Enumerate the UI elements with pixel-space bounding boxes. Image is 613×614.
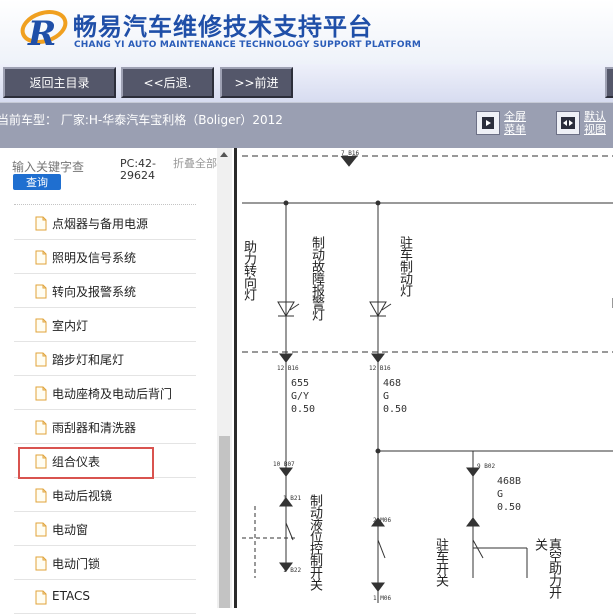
wire-spec: 468B G 0.50 [497, 476, 522, 513]
tree-item-label: 电动门锁 [52, 557, 101, 571]
fullscreen-menu-link[interactable]: 全屏菜单 [504, 110, 534, 136]
document-icon [35, 318, 47, 333]
sidebar-divider [14, 204, 196, 205]
tree-item-label: 室内灯 [52, 319, 89, 333]
tree-item-label: 点烟器与备用电源 [52, 217, 149, 231]
connector-label: 12 B16 [277, 365, 299, 372]
wiring-diagram: 7 B16 助力转向灯 制动故障报警灯 驻车制动灯 12 B16 12 B16 … [234, 148, 613, 608]
label-parking-switch: 驻车开关 [433, 538, 448, 586]
tree-item-label: 雨刮器和清洗器 [52, 421, 137, 435]
tree-item[interactable]: 电动门锁 [14, 546, 196, 580]
document-icon [35, 216, 47, 231]
tree-item-label: 电动窗 [52, 523, 89, 537]
scroll-thumb[interactable] [219, 436, 230, 608]
tree-item[interactable]: 踏步灯和尾灯 [14, 342, 196, 376]
tree-item-label: 照明及信号系统 [52, 251, 137, 265]
connector-label: 1 M06 [373, 595, 392, 602]
connector-label: 12 B16 [369, 365, 391, 372]
label-parking-lamp: 驻车制动灯 [397, 236, 412, 296]
tree-item[interactable]: ETACS [14, 580, 196, 614]
default-view-link[interactable]: 默认视图 [584, 110, 613, 136]
tree-item-label: 踏步灯和尾灯 [52, 353, 125, 367]
label-brake-fault: 制动故障报警灯 [309, 236, 324, 320]
pc-code: PC:42-29624 [120, 157, 156, 182]
tree-item[interactable]: 室内灯 [14, 308, 196, 342]
document-icon [35, 556, 47, 571]
tree-item-label: ETACS [52, 589, 90, 603]
brand-title: 畅易汽车维修技术支持平台 [73, 13, 373, 41]
wire-spec: 468 G 0.50 [383, 378, 408, 415]
connector-label: 1 B22 [283, 567, 302, 574]
menu-tree: 点烟器与备用电源 照明及信号系统 转向及报警系统 室内灯踏步灯和尾灯电动座椅及电动后背… [14, 206, 196, 614]
tree-item[interactable]: 电动后视镜 [14, 478, 196, 512]
tree-item-label: 电动后视镜 [52, 489, 113, 503]
forward-button[interactable]: >>前进 [220, 67, 293, 98]
label-vacuum-switch: 真空助力开关 [532, 538, 561, 598]
tree-item[interactable]: 转向及报警系统 [14, 274, 196, 308]
label-power-steering: 助力转向灯 [241, 240, 256, 300]
app-header: R 畅易汽车维修技术支持平台 CHANG YI AUTO MAINTENANCE… [0, 0, 613, 64]
selection-highlight [18, 447, 154, 479]
sidebar-scrollbar[interactable] [217, 148, 232, 608]
tree-item[interactable]: 雨刮器和清洗器 [14, 410, 196, 444]
nav-bar: 返回主目录 <<后退. >>前进 [0, 64, 613, 102]
tree-item[interactable]: 电动座椅及电动后背门 [14, 376, 196, 410]
tree-item[interactable]: 照明及信号系统 [14, 240, 196, 274]
current-vehicle: 当前车型： 厂家:H-华泰汽车宝利格（Boliger）2012 [0, 113, 283, 127]
search-button[interactable]: 查询 [13, 174, 61, 190]
logo-icon: R [20, 10, 68, 54]
back-button[interactable]: <<后退. [121, 67, 214, 98]
fullscreen-icon[interactable] [476, 111, 500, 135]
home-button[interactable]: 返回主目录 [3, 67, 116, 98]
document-icon [35, 590, 47, 605]
document-icon [35, 250, 47, 265]
document-icon [35, 522, 47, 537]
svg-text:R: R [27, 14, 56, 54]
connector-label: 9 B02 [477, 463, 496, 470]
connector-label: 7 B16 [341, 150, 360, 157]
brand-subtitle: CHANG YI AUTO MAINTENANCE TECHNOLOGY SUP… [74, 40, 422, 50]
connector-label: 1 B21 [283, 495, 302, 502]
tree-item-label: 电动座椅及电动后背门 [52, 387, 173, 401]
document-icon [35, 420, 47, 435]
scroll-up-icon[interactable] [220, 152, 228, 157]
connector-label: 2 M06 [373, 517, 392, 524]
document-icon [35, 352, 47, 367]
label-fluid-switch: 制动液位控制开关 [307, 494, 322, 590]
default-view-icon[interactable] [556, 111, 580, 135]
tree-item[interactable]: 点烟器与备用电源 [14, 206, 196, 240]
extra-button[interactable] [605, 67, 613, 98]
status-bar: 当前车型： 厂家:H-华泰汽车宝利格（Boliger）2012 全屏菜单 默认视… [0, 102, 613, 148]
document-icon [35, 488, 47, 503]
document-icon [35, 284, 47, 299]
connector-label: 10 B07 [273, 461, 295, 468]
tree-item-label: 转向及报警系统 [52, 285, 137, 299]
wire-spec: 655 G/Y 0.50 [291, 378, 316, 415]
sidebar: 查询 PC:42-29624 折叠全部 点烟器与备用电源照明及信号系统转向及报警… [0, 148, 232, 614]
tree-item[interactable]: 电动窗 [14, 512, 196, 546]
collapse-all-link[interactable]: 折叠全部 [173, 158, 217, 170]
document-icon [35, 386, 47, 401]
